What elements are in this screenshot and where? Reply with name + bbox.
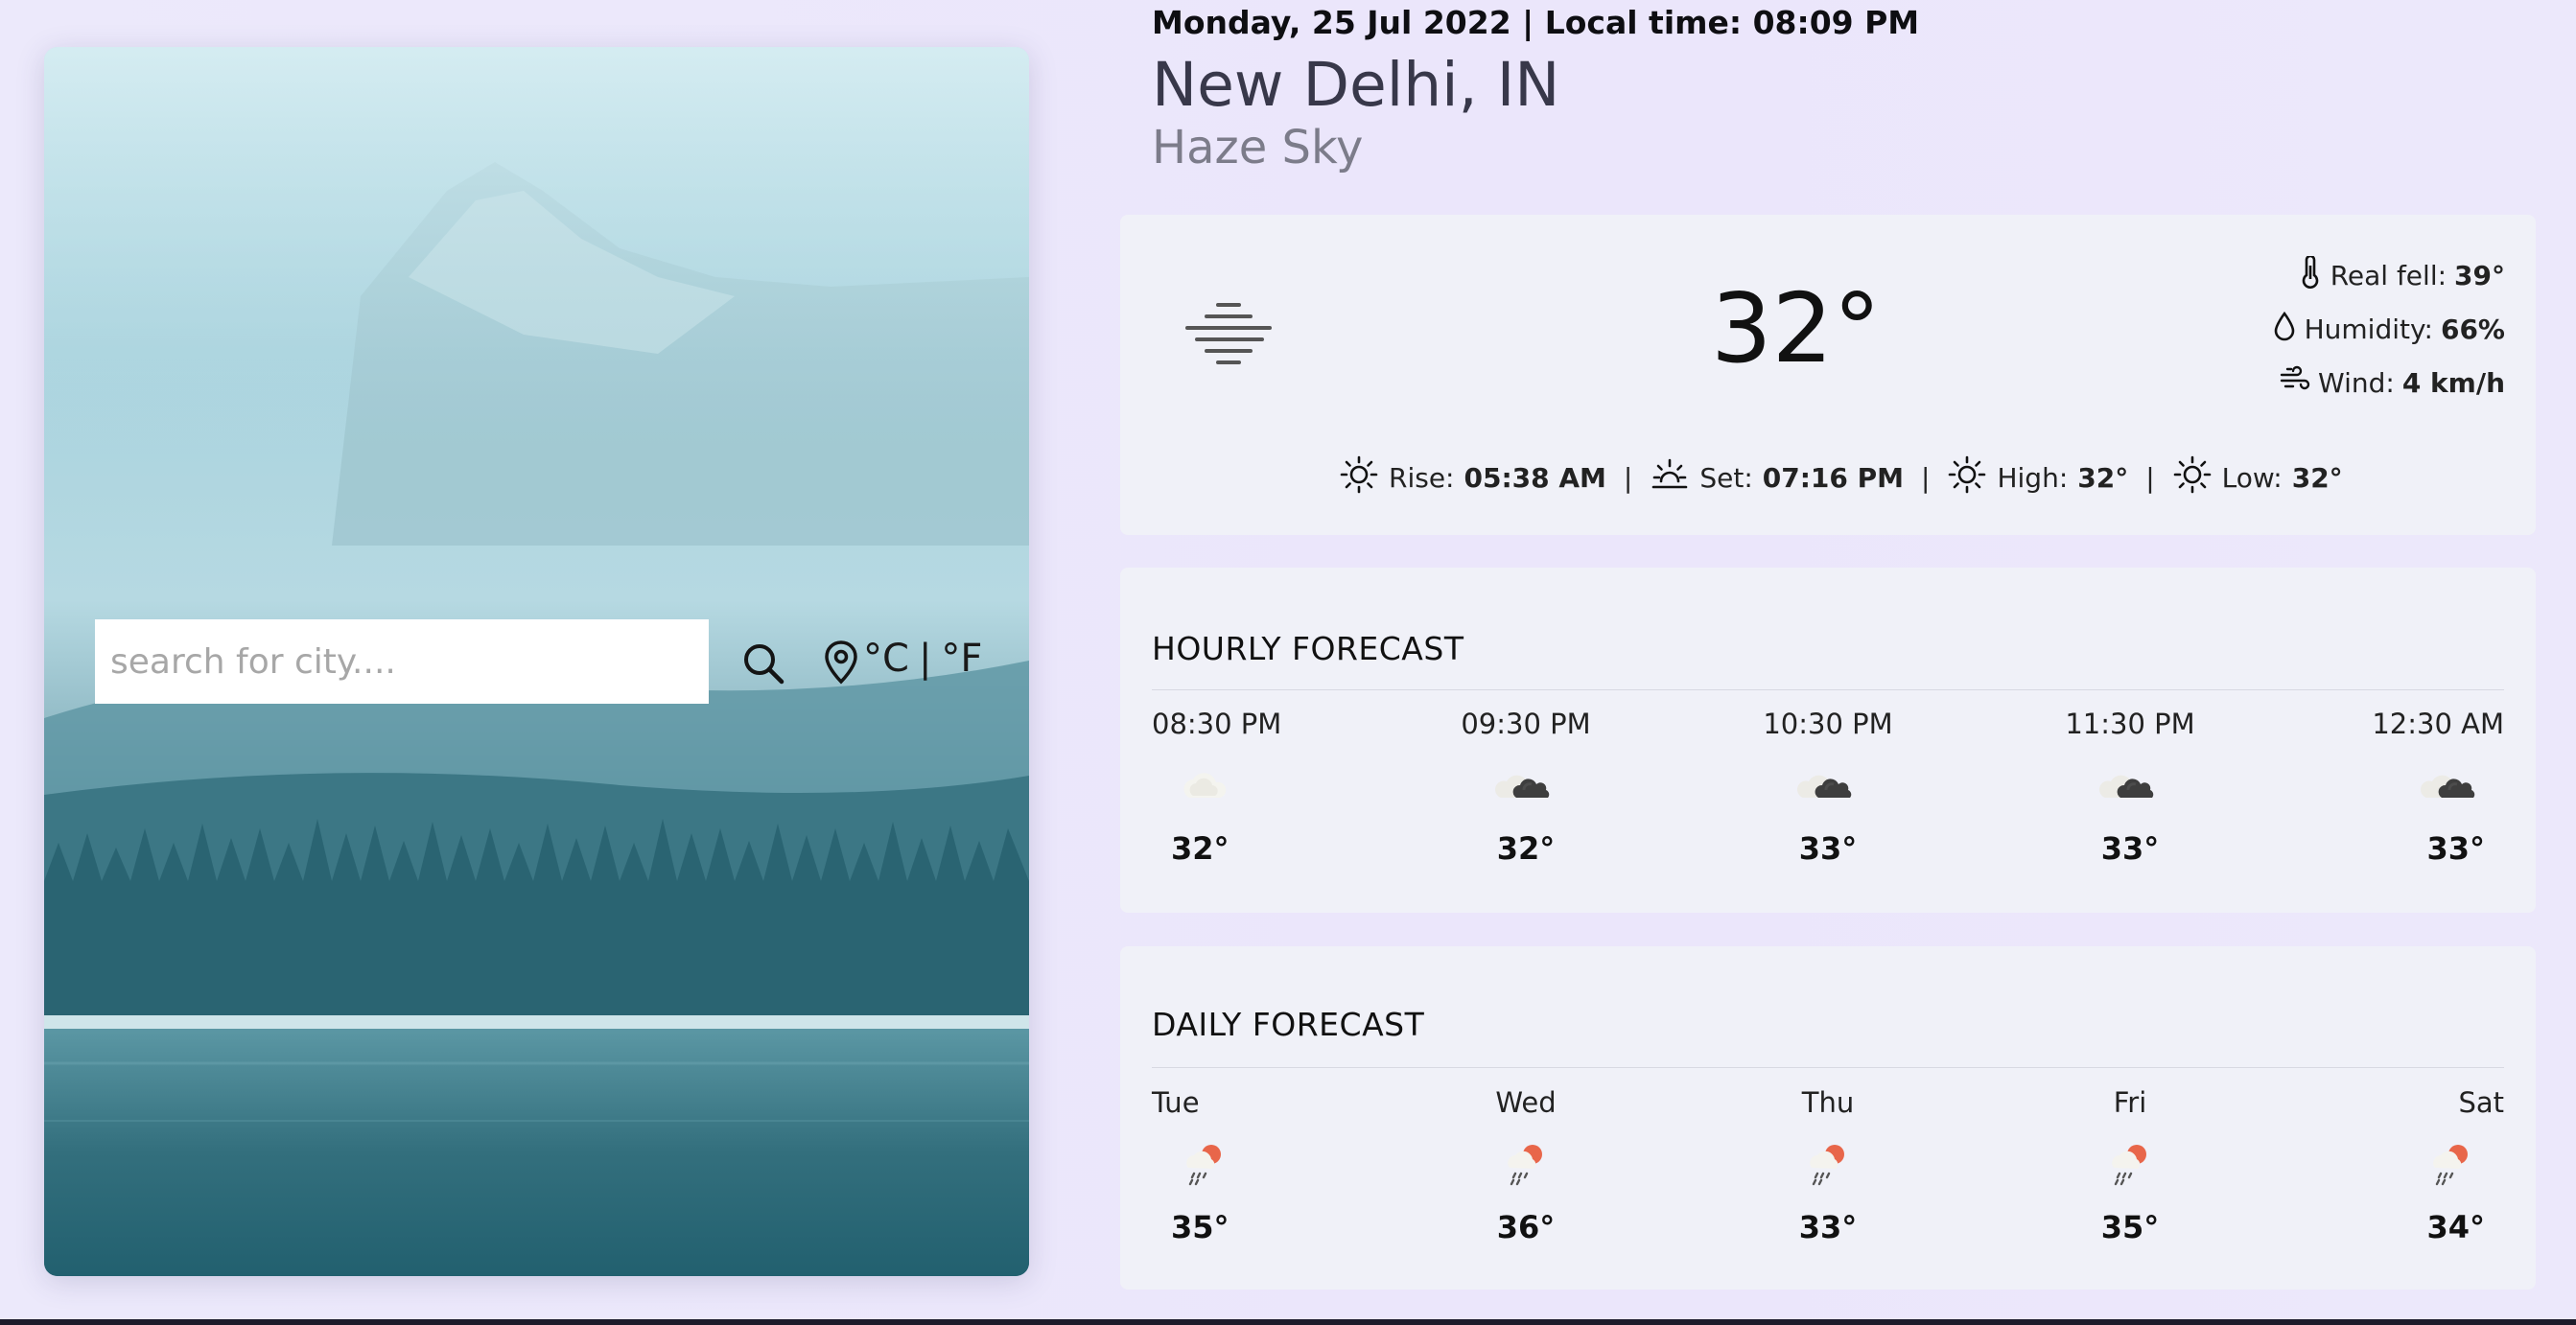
daily-forecast-title: DAILY FORECAST (1152, 1006, 1425, 1043)
real-feel-stat: Real fell: 39° (2298, 254, 2505, 295)
celsius-button[interactable]: °C (863, 637, 909, 681)
daily-item: Wed 36° (1454, 1086, 1598, 1245)
hourly-item: 09:30 PM 32° (1454, 708, 1598, 867)
sunrise-value: 05:38 AM (1464, 462, 1606, 494)
high-label: High: (1997, 462, 2069, 494)
daily-temp: 33° (1798, 1209, 1858, 1245)
hourly-forecast-list: 08:30 PM 32° 09:30 PM 32° 10:30 PM 33° 1… (1152, 708, 2504, 867)
thermometer-icon (2298, 254, 2323, 295)
separator: | (1921, 462, 1931, 494)
daily-item: Fri 35° (2058, 1086, 2202, 1245)
daily-forecast-list: Tue 35° Wed 36° Thu 33° Fri 35° Sat 34° (1152, 1086, 2504, 1245)
dark-cloud-icon (1492, 742, 1559, 830)
sunset-item: Set: 07:16 PM (1650, 454, 1904, 501)
weather-condition: Haze Sky (1152, 121, 1364, 174)
hourly-time: 09:30 PM (1461, 708, 1591, 740)
real-feel-label: Real fell: (2330, 259, 2447, 291)
daily-temp: 36° (1496, 1209, 1556, 1245)
humidity-label: Humidity: (2304, 313, 2433, 345)
hourly-time: 08:30 PM (1152, 708, 1282, 740)
fahrenheit-button[interactable]: °F (941, 637, 982, 681)
sunrise-item: Rise: 05:38 AM (1339, 454, 1606, 501)
current-stats: Real fell: 39° Humidity: 66% Wind: 4 km/… (2272, 254, 2505, 401)
daily-item: Tue 35° (1152, 1086, 1296, 1245)
hourly-forecast-title: HOURLY FORECAST (1152, 630, 1464, 667)
sun-rain-icon (2418, 1121, 2485, 1209)
daily-temp: 34° (2426, 1209, 2485, 1245)
hourly-item: 12:30 AM 33° (2360, 708, 2504, 867)
sunset-icon (1650, 454, 1690, 501)
sun-rain-icon (1492, 1121, 1559, 1209)
water-drop-icon (2272, 311, 2297, 348)
unit-toggle: °C | °F (863, 637, 982, 681)
hourly-temp: 33° (2426, 830, 2485, 867)
sun-rain-icon (2096, 1121, 2164, 1209)
hourly-time: 12:30 AM (2372, 708, 2504, 740)
sun-icon (2172, 454, 2213, 501)
daily-item: Sat 34° (2360, 1086, 2504, 1245)
high-temp-item: High: 32° (1947, 454, 2128, 501)
daily-forecast-card: DAILY FORECAST Tue 35° Wed 36° Thu 33° F… (1120, 946, 2536, 1290)
dark-cloud-icon (2096, 742, 2164, 830)
low-temp-item: Low: 32° (2172, 454, 2343, 501)
hourly-temp: 33° (1798, 830, 1858, 867)
separator: | (1623, 462, 1633, 494)
current-weather-card: 32° Real fell: 39° Humidity: 66% Wind: 4… (1120, 215, 2536, 535)
low-value: 32° (2291, 462, 2343, 494)
hourly-item: 10:30 PM 33° (1756, 708, 1900, 867)
sun-rain-icon (1794, 1121, 1862, 1209)
unit-divider: | (918, 637, 932, 681)
search-input[interactable] (95, 619, 709, 704)
wind-icon (2280, 365, 2310, 401)
high-value: 32° (2077, 462, 2129, 494)
hourly-temp: 32° (1496, 830, 1556, 867)
wind-value: 4 km/h (2401, 366, 2505, 399)
divider (1152, 1067, 2504, 1068)
current-temperature: 32° (1711, 272, 1882, 384)
sunrise-icon (1339, 454, 1379, 501)
daily-day: Thu (1801, 1086, 1855, 1119)
hourly-item: 08:30 PM 32° (1152, 708, 1296, 867)
separator: | (2145, 462, 2155, 494)
dark-cloud-icon (2418, 742, 2485, 830)
hourly-temp: 33° (2100, 830, 2160, 867)
sunset-label: Set: (1699, 462, 1753, 494)
daily-item: Thu 33° (1756, 1086, 1900, 1245)
city-name: New Delhi, IN (1152, 50, 1560, 120)
daily-day: Wed (1495, 1086, 1557, 1119)
humidity-value: 66% (2440, 313, 2505, 345)
divider (1152, 689, 2504, 690)
hourly-item: 11:30 PM 33° (2058, 708, 2202, 867)
daily-temp: 35° (2100, 1209, 2160, 1245)
wind-label: Wind: (2318, 366, 2395, 399)
sun-icon (1947, 454, 1987, 501)
haze-icon (1185, 299, 1272, 370)
sunset-value: 07:16 PM (1762, 462, 1905, 494)
daily-day: Fri (2113, 1086, 2147, 1119)
wind-stat: Wind: 4 km/h (2280, 364, 2505, 401)
humidity-stat: Humidity: 66% (2272, 311, 2505, 347)
real-feel-value: 39° (2454, 259, 2505, 291)
sunrise-label: Rise: (1389, 462, 1455, 494)
background-landscape-image: °C | °F (44, 47, 1029, 1276)
hourly-temp: 32° (1171, 830, 1229, 867)
daily-temp: 35° (1171, 1209, 1229, 1245)
date-time-label: Monday, 25 Jul 2022 | Local time: 08:09 … (1152, 4, 1920, 41)
dark-cloud-icon (1794, 742, 1862, 830)
daily-day: Sat (2458, 1086, 2504, 1119)
hourly-forecast-card: HOURLY FORECAST 08:30 PM 32° 09:30 PM 32… (1120, 568, 2536, 913)
daily-day: Tue (1152, 1086, 1200, 1119)
hourly-time: 10:30 PM (1763, 708, 1893, 740)
sun-rain-icon (1171, 1121, 1238, 1209)
sun-info-row: Rise: 05:38 AM | Set: 07:16 PM | High: 3… (1339, 454, 2343, 501)
haze-cloud-icon (1171, 742, 1238, 830)
bottom-edge (0, 1319, 2576, 1325)
hourly-time: 11:30 PM (2065, 708, 2195, 740)
low-label: Low: (2221, 462, 2283, 494)
